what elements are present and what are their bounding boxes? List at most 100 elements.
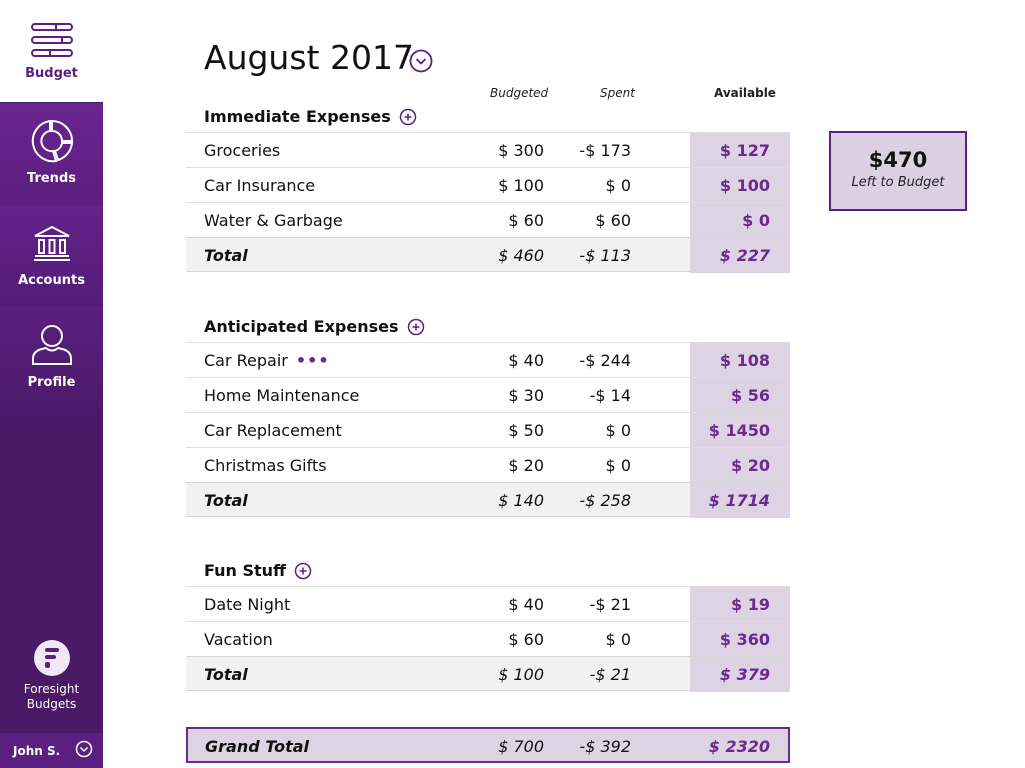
row-spent: -$ 244: [579, 351, 631, 370]
plus-circle-icon: [294, 562, 312, 579]
table-row[interactable]: Car Replacement $ 50 $ 0 $ 1450: [186, 412, 790, 448]
row-available: $ 100: [690, 168, 790, 203]
row-available: $ 127: [690, 133, 790, 168]
row-name: Car Replacement: [204, 421, 342, 440]
row-budgeted[interactable]: $ 100: [498, 176, 544, 195]
total-available: $ 1714: [690, 483, 790, 518]
sidebar-item-label: Trends: [27, 171, 76, 186]
row-budgeted[interactable]: $ 60: [508, 211, 544, 230]
table-row[interactable]: Groceries $ 300 -$ 173 $ 127: [186, 132, 790, 168]
grand-total-label: Grand Total: [205, 737, 310, 756]
total-row: Total $ 100 -$ 21 $ 379: [186, 656, 790, 692]
sidebar-item-accounts[interactable]: Accounts: [0, 205, 103, 307]
row-available: $ 19: [690, 587, 790, 622]
total-spent: -$ 113: [579, 246, 631, 265]
trends-icon: [28, 115, 76, 167]
category-header-anticipated-expenses: Anticipated Expenses: [204, 317, 425, 336]
row-available: $ 108: [690, 343, 790, 378]
row-name: Vacation: [204, 630, 273, 649]
total-spent: -$ 258: [579, 491, 631, 510]
add-category-item-button[interactable]: [399, 108, 417, 126]
total-label: Total: [204, 665, 248, 684]
table-row[interactable]: Car Insurance $ 100 $ 0 $ 100: [186, 167, 790, 203]
row-budgeted[interactable]: $ 60: [508, 630, 544, 649]
table-row[interactable]: Water & Garbage $ 60 $ 60 $ 0: [186, 202, 790, 238]
total-label: Total: [204, 246, 248, 265]
row-budgeted[interactable]: $ 30: [508, 386, 544, 405]
grand-total-spent: -$ 392: [579, 737, 631, 756]
grand-total-available: $ 2320: [708, 737, 770, 756]
plus-circle-icon: [407, 318, 424, 335]
grand-total-row: Grand Total $ 700 -$ 392 $ 2320: [186, 727, 790, 763]
total-available: $ 227: [690, 238, 790, 273]
row-name: Home Maintenance: [204, 386, 360, 405]
row-budgeted[interactable]: $ 300: [498, 141, 544, 160]
row-budgeted[interactable]: $ 40: [508, 595, 544, 614]
bank-icon: [32, 217, 72, 269]
row-spent: $ 0: [605, 176, 631, 195]
row-name: Water & Garbage: [204, 211, 343, 230]
row-available: $ 20: [690, 448, 790, 483]
row-spent: -$ 14: [589, 386, 631, 405]
row-available: $ 0: [690, 203, 790, 238]
budget-icon: [30, 18, 74, 62]
row-spent: $ 0: [605, 630, 631, 649]
row-name: Groceries: [204, 141, 281, 160]
sidebar-item-trends[interactable]: Trends: [0, 103, 103, 205]
sidebar: Budget Trends Accounts Profile Foresight…: [0, 0, 103, 768]
category-title: Fun Stuff: [204, 561, 287, 580]
chevron-down-icon[interactable]: [75, 740, 93, 762]
row-spent: $ 0: [605, 421, 631, 440]
total-spent: -$ 21: [589, 665, 631, 684]
sidebar-item-budget[interactable]: Budget: [0, 0, 103, 102]
row-available: $ 1450: [690, 413, 790, 448]
row-budgeted[interactable]: $ 50: [508, 421, 544, 440]
row-name: Car Insurance: [204, 176, 316, 195]
more-options-icon[interactable]: •••: [296, 351, 330, 370]
category-header-immediate-expenses: Immediate Expenses: [204, 107, 417, 126]
sidebar-item-label: Accounts: [18, 273, 85, 288]
table-row[interactable]: Vacation $ 60 $ 0 $ 360: [186, 621, 790, 657]
total-row: Total $ 140 -$ 258 $ 1714: [186, 482, 790, 518]
row-name: Christmas Gifts: [204, 456, 327, 475]
table-row[interactable]: Christmas Gifts $ 20 $ 0 $ 20: [186, 447, 790, 483]
row-available: $ 56: [690, 378, 790, 413]
row-name: Car Repair •••: [204, 351, 330, 370]
total-row: Total $ 460 -$ 113 $ 227: [186, 237, 790, 273]
sidebar-item-profile[interactable]: Profile: [0, 307, 103, 417]
user-name: John S.: [13, 743, 61, 758]
add-category-item-button[interactable]: [407, 318, 425, 336]
left-to-budget-amount: $470: [868, 148, 928, 172]
table-row[interactable]: Home Maintenance $ 30 -$ 14 $ 56: [186, 377, 790, 413]
row-spent: $ 60: [595, 211, 631, 230]
category-header-fun-stuff: Fun Stuff: [204, 561, 312, 580]
row-budgeted[interactable]: $ 20: [508, 456, 544, 475]
sidebar-item-label: Profile: [27, 375, 76, 390]
category-title: Immediate Expenses: [204, 107, 391, 126]
plus-circle-icon: [399, 108, 417, 125]
grand-total-budgeted: $ 700: [498, 737, 544, 756]
total-label: Total: [204, 491, 248, 510]
budget-table: Immediate Expenses Groceries $ 300 -$ 17…: [186, 0, 790, 768]
category-title: Anticipated Expenses: [204, 317, 399, 336]
brand: Foresight Budgets: [0, 640, 103, 712]
foresight-logo-icon: [33, 640, 70, 676]
brand-name-line1: Foresight: [23, 682, 80, 696]
brand-name-line2: Budgets: [26, 697, 77, 711]
row-spent: -$ 21: [589, 595, 631, 614]
left-to-budget-card: $470 Left to Budget: [829, 131, 967, 211]
total-budgeted: $ 100: [498, 665, 544, 684]
row-name: Date Night: [204, 595, 291, 614]
total-budgeted: $ 460: [498, 246, 544, 265]
add-category-item-button[interactable]: [294, 562, 312, 580]
row-spent: -$ 173: [579, 141, 631, 160]
table-row[interactable]: Car Repair ••• $ 40 -$ 244 $ 108: [186, 342, 790, 378]
total-budgeted: $ 140: [498, 491, 544, 510]
sidebar-item-label: Budget: [25, 66, 78, 81]
row-name-text: Car Repair: [204, 351, 288, 370]
row-available: $ 360: [690, 622, 790, 657]
user-menu[interactable]: John S.: [0, 733, 103, 768]
table-row[interactable]: Date Night $ 40 -$ 21 $ 19: [186, 586, 790, 622]
row-budgeted[interactable]: $ 40: [508, 351, 544, 370]
user-icon: [30, 319, 74, 371]
